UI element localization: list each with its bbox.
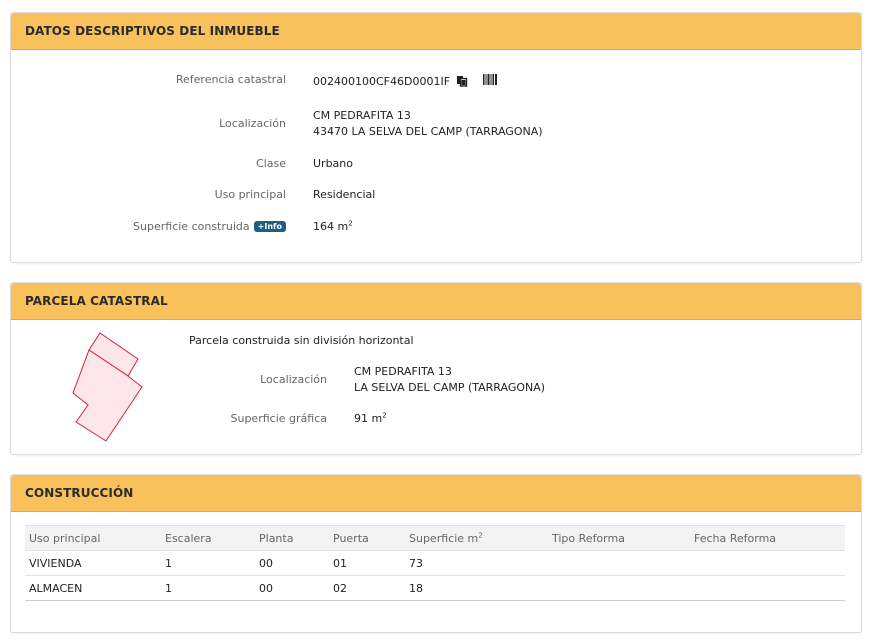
localizacion-line2: 43470 LA SELVA DEL CAMP (TARRAGONA) [313,125,543,138]
col-uso-principal: Uso principal [25,525,161,551]
cell-tipo-reforma [548,550,690,576]
construccion-panel: CONSTRUCCIÓN Uso principal Escalera Plan… [10,474,862,633]
superficie-construida-label: Superficie construida [133,220,250,233]
referencia-label: Referencia catastral [175,73,286,86]
cell-superficie: 73 [405,550,548,576]
col-fecha-reforma: Fecha Reforma [690,525,845,551]
clase-value: Urbano [313,157,353,170]
referencia-value-row: 002400100CF46D0001IF [313,74,498,90]
col-escalera: Escalera [161,525,255,551]
col-puerta: Puerta [329,525,405,551]
superficie-construida-value: 164 m [313,220,349,233]
col-superficie-sup: 2 [478,530,483,539]
copy-icon[interactable] [456,75,468,90]
parcela-localizacion-label: Localización [260,373,327,386]
cell-fecha-reforma [690,550,845,576]
cell-puerta: 01 [329,550,405,576]
table-row: ALMACEN 1 00 02 18 [25,575,845,601]
cell-superficie: 18 [405,575,548,601]
parcela-localizacion-line2: LA SELVA DEL CAMP (TARRAGONA) [354,381,546,394]
cell-planta: 00 [255,575,329,601]
superficie-construida-unit-sup: 2 [348,219,353,228]
col-planta: Planta [255,525,329,551]
superficie-grafica-label: Superficie gráfica [230,412,328,425]
cell-planta: 00 [255,550,329,576]
col-tipo-reforma: Tipo Reforma [548,525,690,551]
col-superficie: Superficie m2 [405,525,548,551]
superficie-grafica-value: 91 m [354,412,383,425]
inmueble-panel-title: DATOS DESCRIPTIVOS DEL INMUEBLE [11,13,861,50]
parcela-localizacion-line1: CM PEDRAFITA 13 [354,365,452,378]
cell-escalera: 1 [161,575,255,601]
info-button[interactable]: +Info [253,221,286,232]
parcela-subtitle: Parcela construida sin división horizont… [189,334,414,347]
localizacion-line1: CM PEDRAFITA 13 [313,109,411,122]
parcel-shape-icon [72,332,143,442]
cell-uso: ALMACEN [25,575,161,601]
uso-principal-label: Uso principal [214,188,286,201]
parcela-panel: PARCELA CATASTRAL Parcela construida sin… [10,282,862,455]
superficie-grafica-unit-sup: 2 [382,411,387,420]
superficie-construida-value-row: 164 m2 [313,220,353,233]
construccion-table: Uso principal Escalera Planta Puerta Sup… [25,525,845,601]
table-header-row: Uso principal Escalera Planta Puerta Sup… [25,525,845,551]
construccion-panel-title: CONSTRUCCIÓN [11,475,861,512]
superficie-construida-row: Superficie construida +Info [133,220,286,233]
cell-puerta: 02 [329,575,405,601]
parcela-panel-title: PARCELA CATASTRAL [11,283,861,320]
clase-label: Clase [256,157,286,170]
table-row: VIVIENDA 1 00 01 73 [25,550,845,576]
cell-fecha-reforma [690,575,845,601]
referencia-value: 002400100CF46D0001IF [313,75,451,88]
inmueble-panel: DATOS DESCRIPTIVOS DEL INMUEBLE Referenc… [10,12,862,263]
superficie-grafica-value-row: 91 m2 [354,412,387,425]
cell-escalera: 1 [161,550,255,576]
barcode-icon[interactable] [483,74,498,88]
uso-principal-value: Residencial [313,188,376,201]
col-superficie-label: Superficie m [409,531,479,545]
cell-tipo-reforma [548,575,690,601]
cell-uso: VIVIENDA [25,550,161,576]
localizacion-label: Localización [219,117,286,130]
